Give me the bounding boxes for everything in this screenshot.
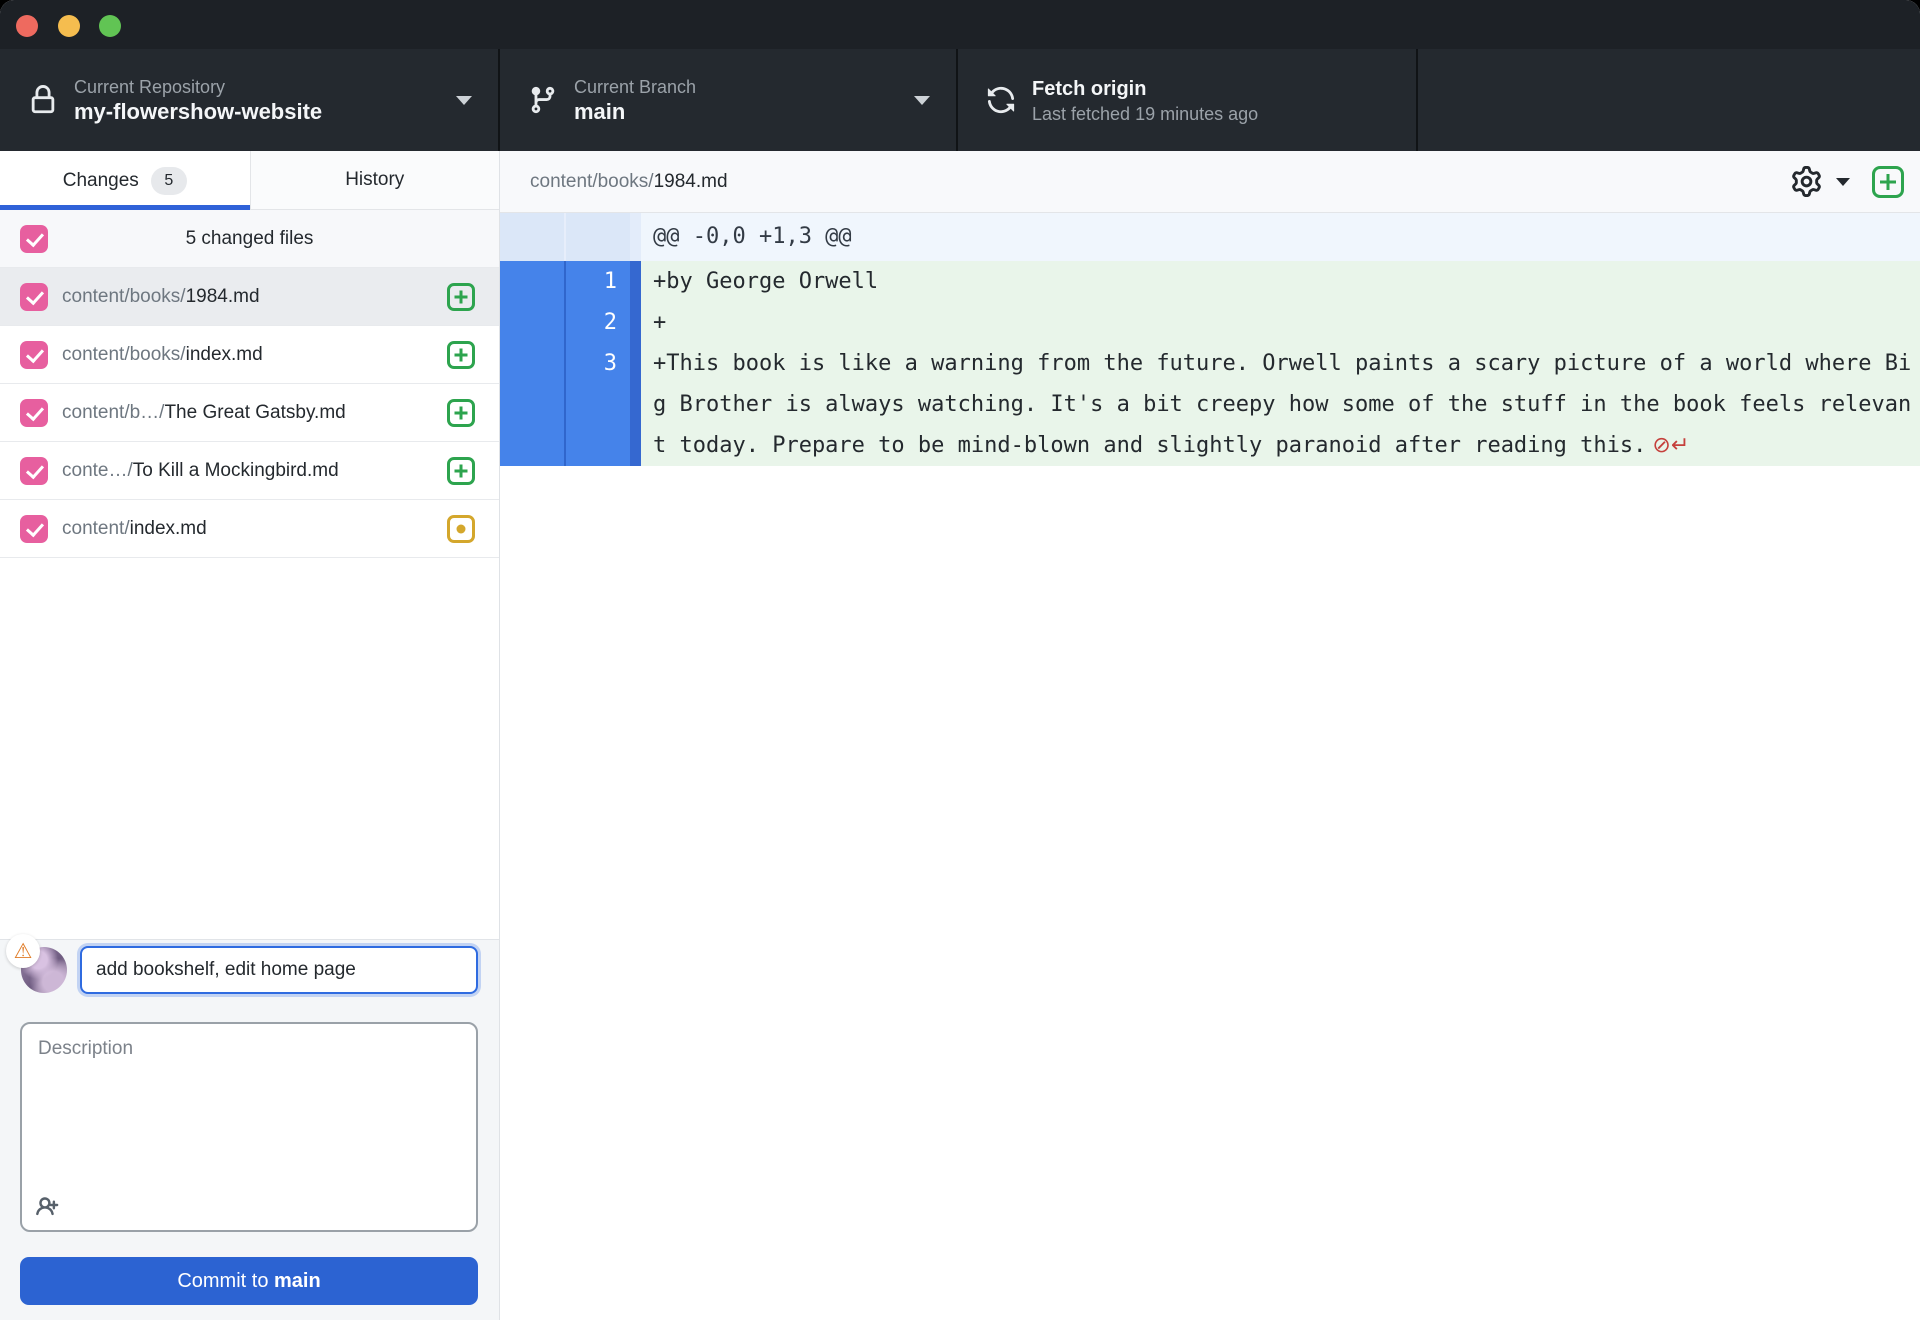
sync-icon bbox=[987, 86, 1015, 114]
hunk-header-text: @@ -0,0 +1,3 @@ bbox=[641, 213, 1920, 261]
diff-actions bbox=[1791, 165, 1904, 198]
plus-icon[interactable] bbox=[1872, 165, 1904, 198]
sidebar-tabs: Changes 5 History bbox=[0, 151, 499, 210]
repository-name: my-flowershow-website bbox=[74, 98, 323, 124]
commit-description-wrap bbox=[20, 1022, 478, 1232]
file-checkbox[interactable] bbox=[20, 340, 48, 369]
select-all-row[interactable]: 5 changed files bbox=[0, 210, 499, 268]
file-checkbox[interactable] bbox=[20, 398, 48, 427]
commit-summary-input[interactable] bbox=[80, 946, 478, 994]
chevron-down-icon bbox=[914, 95, 930, 105]
minimize-button[interactable] bbox=[58, 15, 80, 37]
file-path: content/books/index.md bbox=[62, 343, 263, 365]
diff-gutter-strip[interactable] bbox=[630, 213, 641, 261]
diff-line[interactable]: 3 +This book is like a warning from the f… bbox=[500, 343, 1920, 466]
select-all-checkbox[interactable] bbox=[20, 224, 48, 253]
diff-gutter-old[interactable] bbox=[500, 343, 566, 466]
commit-description-input[interactable] bbox=[20, 1022, 478, 1232]
fetch-status: Last fetched 19 minutes ago bbox=[1032, 103, 1259, 124]
main-content: Changes 5 History 5 changed files conten… bbox=[0, 151, 1920, 1320]
diff-line-text: +This book is like a warning from the fu… bbox=[641, 343, 1920, 466]
diff-line-text: +by George Orwell bbox=[641, 261, 1920, 302]
repository-picker[interactable]: Current Repository my-flowershow-website bbox=[0, 49, 500, 151]
changed-files-count: 5 changed files bbox=[185, 227, 314, 249]
branch-name: main bbox=[574, 98, 626, 124]
branch-picker[interactable]: Current Branch main bbox=[500, 49, 958, 151]
file-path: conte…/To Kill a Mockingbird.md bbox=[62, 459, 339, 481]
fetch-origin-label: Fetch origin bbox=[1032, 77, 1147, 100]
diff-line[interactable]: 1 +by George Orwell bbox=[500, 261, 1920, 302]
diff-line-text: + bbox=[641, 302, 1920, 343]
diff-body: @@ -0,0 +1,3 @@ 1 +by George Orwell 2 +3 +Thi… bbox=[500, 213, 1920, 466]
file-checkbox[interactable] bbox=[20, 514, 48, 543]
diff-gutter-old[interactable] bbox=[500, 213, 566, 261]
diff-gutter-new[interactable]: 2 bbox=[566, 302, 630, 343]
changes-count-badge: 5 bbox=[150, 166, 187, 195]
file-path: content/index.md bbox=[62, 517, 207, 539]
tab-changes[interactable]: Changes 5 bbox=[0, 151, 250, 210]
diff-file-path: content/books/1984.md bbox=[530, 170, 728, 192]
changed-files-list: 5 changed files content/books/1984.md con… bbox=[0, 210, 499, 558]
diff-hunk-header: @@ -0,0 +1,3 @@ bbox=[500, 213, 1920, 261]
git-branch-icon bbox=[531, 86, 555, 114]
commit-form: ⚠ Commit to main bbox=[0, 934, 499, 1320]
chevron-down-icon[interactable] bbox=[1836, 177, 1850, 186]
diff-gutter-strip[interactable] bbox=[630, 302, 641, 343]
sidebar: Changes 5 History 5 changed files conten… bbox=[0, 151, 500, 1320]
modified-status-icon bbox=[447, 514, 475, 543]
file-row[interactable]: content/b…/The Great Gatsby.md bbox=[0, 384, 499, 442]
sidebar-empty-area bbox=[0, 558, 499, 939]
diff-gutter-old[interactable] bbox=[500, 302, 566, 343]
branch-picker-label: Current Branch bbox=[574, 76, 697, 97]
added-status-icon bbox=[447, 282, 475, 311]
diff-gutter-old[interactable] bbox=[500, 261, 566, 302]
toolbar-empty-area bbox=[1418, 49, 1920, 151]
diff-gutter-strip[interactable] bbox=[630, 261, 641, 302]
added-status-icon bbox=[447, 456, 475, 485]
app-window: Current Repository my-flowershow-website… bbox=[0, 0, 1920, 1320]
warning-icon[interactable]: ⚠ bbox=[6, 934, 40, 968]
file-checkbox[interactable] bbox=[20, 282, 48, 311]
tab-history-label: History bbox=[345, 169, 405, 190]
diff-header: content/books/1984.md bbox=[500, 151, 1920, 213]
file-path: content/b…/The Great Gatsby.md bbox=[62, 401, 346, 423]
lock-icon bbox=[31, 85, 55, 114]
file-row[interactable]: conte…/To Kill a Mockingbird.md bbox=[0, 442, 499, 500]
diff-gutter-new[interactable] bbox=[566, 213, 630, 261]
file-row[interactable]: content/books/index.md bbox=[0, 326, 499, 384]
file-row[interactable]: content/books/1984.md bbox=[0, 268, 499, 326]
commit-button[interactable]: Commit to main bbox=[20, 1257, 478, 1305]
fetch-origin-button[interactable]: Fetch origin Last fetched 19 minutes ago bbox=[958, 49, 1418, 151]
diff-gutter-new[interactable]: 1 bbox=[566, 261, 630, 302]
file-row[interactable]: content/index.md bbox=[0, 500, 499, 558]
diff-gutter-new[interactable]: 3 bbox=[566, 343, 630, 466]
repository-picker-label: Current Repository bbox=[74, 76, 226, 97]
file-path: content/books/1984.md bbox=[62, 285, 260, 307]
chevron-down-icon bbox=[456, 95, 472, 105]
added-status-icon bbox=[447, 398, 475, 427]
no-newline-icon: ⊘↵ bbox=[1652, 433, 1690, 458]
file-checkbox[interactable] bbox=[20, 456, 48, 485]
diff-gutter-strip[interactable] bbox=[630, 343, 641, 466]
diff-line[interactable]: 2 + bbox=[500, 302, 1920, 343]
close-button[interactable] bbox=[16, 15, 38, 37]
added-status-icon bbox=[447, 340, 475, 369]
titlebar bbox=[0, 0, 1920, 49]
add-coauthor-icon[interactable] bbox=[36, 1194, 62, 1220]
toolbar: Current Repository my-flowershow-website… bbox=[0, 49, 1920, 151]
zoom-button[interactable] bbox=[99, 15, 121, 37]
tab-history[interactable]: History bbox=[249, 151, 499, 210]
tab-changes-label: Changes bbox=[62, 169, 139, 191]
diff-pane: content/books/1984.md @@ -0,0 +1,3 @@ 1 +b… bbox=[500, 151, 1920, 1320]
gear-icon[interactable] bbox=[1791, 166, 1822, 197]
